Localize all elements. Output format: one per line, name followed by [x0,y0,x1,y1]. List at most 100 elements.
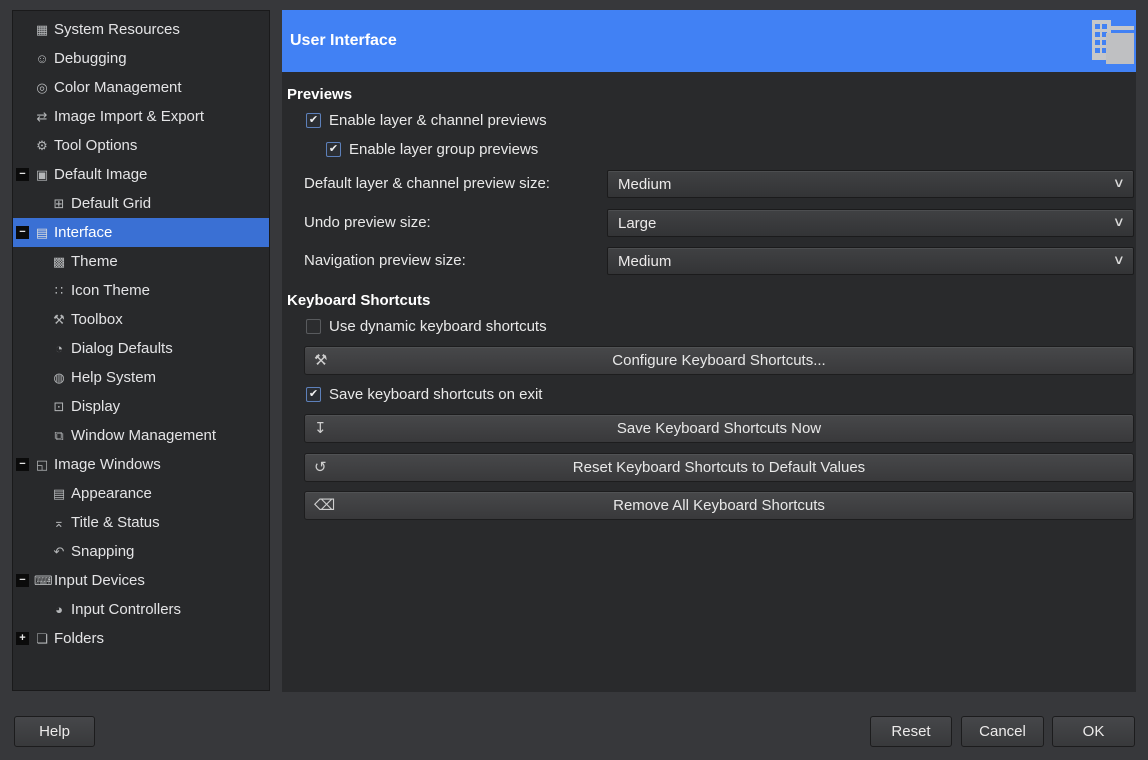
selected-value: Medium [618,253,671,270]
reset-button[interactable]: Reset [870,716,952,747]
checkbox-checked-icon[interactable]: ✔ [306,113,321,128]
dialog-defaults-icon: ◔ [51,341,67,356]
sidebar-item-default-image[interactable]: − ▣ Default Image [13,160,269,189]
button-label: Reset [891,723,930,740]
reset-keyboard-shortcuts-button[interactable]: ↺ Reset Keyboard Shortcuts to Default Va… [304,453,1134,482]
sidebar-item-label: Appearance [71,485,152,502]
navigation-preview-size-select[interactable]: Medium ∨ [607,247,1134,275]
undo-preview-size-select[interactable]: Large ∨ [607,209,1134,237]
save-keyboard-shortcuts-now-button[interactable]: ↧ Save Keyboard Shortcuts Now [304,414,1134,443]
sidebar-item-default-grid[interactable]: ⊞ Default Grid [13,189,269,218]
cancel-button[interactable]: Cancel [961,716,1044,747]
collapse-expander-icon[interactable]: − [16,168,29,181]
ok-button[interactable]: OK [1052,716,1135,747]
keyboard-shortcuts-section-title: Keyboard Shortcuts [287,292,430,309]
color-management-icon: ◎ [34,80,50,96]
sidebar-item-label: Theme [71,253,118,270]
sidebar-item-dialog-defaults[interactable]: ◔ Dialog Defaults [13,334,269,363]
sidebar-item-label: Debugging [54,50,127,67]
sidebar-item-input-controllers[interactable]: ◕ Input Controllers [13,595,269,624]
use-dynamic-shortcuts-checkbox-row[interactable]: Use dynamic keyboard shortcuts [306,318,547,335]
chevron-down-icon: ∨ [1113,214,1125,230]
user-interface-header-icon [1090,18,1134,66]
button-label: Cancel [979,723,1026,740]
interface-icon: ▤ [34,225,50,241]
button-label: Save Keyboard Shortcuts Now [617,420,821,437]
collapse-expander-icon[interactable]: − [16,574,29,587]
previews-section-title: Previews [287,86,352,103]
sidebar-item-appearance[interactable]: ▤ Appearance [13,479,269,508]
button-label: Configure Keyboard Shortcuts... [612,352,825,369]
sidebar-item-label: Tool Options [54,137,137,154]
sidebar-item-system-resources[interactable]: ▦ System Resources [13,15,269,44]
checkbox-label: Save keyboard shortcuts on exit [329,386,542,403]
sidebar-item-debugging[interactable]: ☺ Debugging [13,44,269,73]
remove-all-keyboard-shortcuts-button[interactable]: ⌫ Remove All Keyboard Shortcuts [304,491,1134,520]
expand-expander-icon[interactable]: + [16,632,29,645]
page-header: User Interface [282,10,1136,72]
sidebar-item-image-import-export[interactable]: ⇄ Image Import & Export [13,102,269,131]
revert-icon: ↺ [314,458,327,476]
configure-keyboard-shortcuts-button[interactable]: ⚒ Configure Keyboard Shortcuts... [304,346,1134,375]
sidebar-item-toolbox[interactable]: ⚒ Toolbox [13,305,269,334]
cpu-icon: ▦ [34,22,50,38]
image-windows-icon: ◱ [34,457,50,473]
sidebar-item-label: Default Image [54,166,147,183]
checkbox-unchecked-icon[interactable] [306,319,321,334]
sidebar-item-label: Folders [54,630,104,647]
sidebar-item-color-management[interactable]: ◎ Color Management [13,73,269,102]
collapse-expander-icon[interactable]: − [16,458,29,471]
chevron-down-icon: ∨ [1113,252,1125,268]
enable-layer-channel-previews-checkbox-row[interactable]: ✔ Enable layer & channel previews [306,112,547,129]
default-preview-size-select[interactable]: Medium ∨ [607,170,1134,198]
folders-icon: ❏ [34,631,50,647]
icon-theme-icon: ∷ [51,283,67,299]
button-label: OK [1083,723,1105,740]
checkbox-label: Enable layer group previews [349,141,538,158]
wilber-icon: ☺ [34,51,50,66]
checkbox-checked-icon[interactable]: ✔ [306,387,321,402]
sidebar-item-label: Input Controllers [71,601,181,618]
sidebar-item-interface[interactable]: − ▤ Interface [13,218,269,247]
sidebar-item-image-windows[interactable]: − ◱ Image Windows [13,450,269,479]
sidebar-item-label: Display [71,398,120,415]
sidebar-item-tool-options[interactable]: ⚙ Tool Options [13,131,269,160]
help-button[interactable]: Help [14,716,95,747]
sidebar-item-snapping[interactable]: ↶ Snapping [13,537,269,566]
sidebar-item-theme[interactable]: ▩ Theme [13,247,269,276]
preferences-dialog: { "header": { "title": "User Interface" … [0,0,1148,760]
sidebar-item-folders[interactable]: + ❏ Folders [13,624,269,653]
enable-layer-group-previews-checkbox-row[interactable]: ✔ Enable layer group previews [326,141,538,158]
sidebar-item-window-management[interactable]: ⧉ Window Management [13,421,269,450]
window-management-icon: ⧉ [51,428,67,444]
tools-icon: ⚒ [314,351,327,369]
sidebar-item-input-devices[interactable]: − ⌨ Input Devices [13,566,269,595]
sidebar-item-label: Help System [71,369,156,386]
button-label: Help [39,723,70,740]
input-controllers-icon: ◕ [51,602,67,617]
button-label: Remove All Keyboard Shortcuts [613,497,825,514]
toolbox-icon: ⚒ [51,312,67,328]
preferences-page-user-interface: User Interface Previews ✔ Enable layer &… [282,10,1136,692]
sidebar-item-help-system[interactable]: ◍ Help System [13,363,269,392]
display-icon: ⊡ [51,399,67,415]
sidebar-item-icon-theme[interactable]: ∷ Icon Theme [13,276,269,305]
sidebar-item-display[interactable]: ⊡ Display [13,392,269,421]
collapse-expander-icon[interactable]: − [16,226,29,239]
preferences-category-tree: ▦ System Resources ☺ Debugging ◎ Color M… [12,10,270,691]
default-image-icon: ▣ [34,167,50,183]
sidebar-item-label: Toolbox [71,311,123,328]
save-shortcuts-on-exit-checkbox-row[interactable]: ✔ Save keyboard shortcuts on exit [306,386,542,403]
tool-options-icon: ⚙ [34,138,50,154]
page-title: User Interface [282,32,397,50]
sidebar-item-label: Color Management [54,79,182,96]
checkbox-checked-icon[interactable]: ✔ [326,142,341,157]
checkbox-label: Enable layer & channel previews [329,112,547,129]
sidebar-item-label: Interface [54,224,112,241]
appearance-icon: ▤ [51,486,67,502]
selected-value: Large [618,215,656,232]
sidebar-item-label: Image Windows [54,456,161,473]
sidebar-item-title-status[interactable]: ⌅ Title & Status [13,508,269,537]
sidebar-item-label: Window Management [71,427,216,444]
title-status-icon: ⌅ [51,515,67,531]
